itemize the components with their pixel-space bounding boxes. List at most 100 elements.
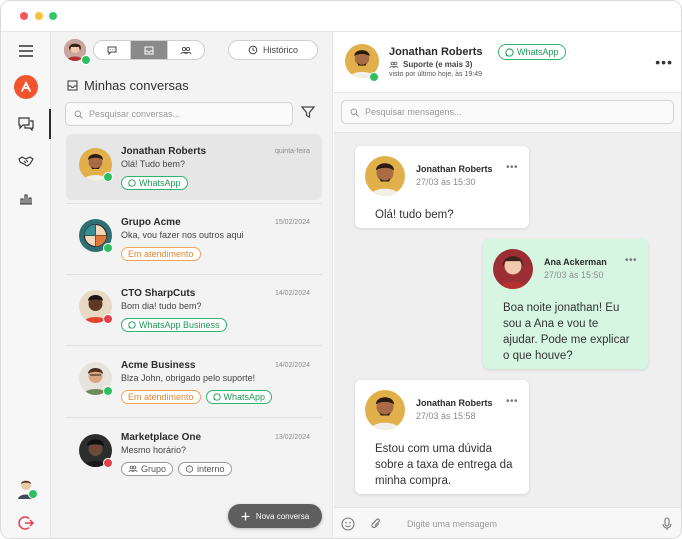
inbox-icon[interactable] — [131, 41, 168, 59]
message-composer: Digite uma mensagem — [334, 507, 681, 538]
message-search-input[interactable]: Pesquisar mensagens... — [341, 100, 674, 124]
conversation-preview: Mesmo horário? — [121, 445, 187, 455]
conversation-name: CTO SharpCuts — [121, 288, 196, 299]
divider — [66, 203, 322, 204]
history-button[interactable]: Histórico — [228, 40, 318, 60]
list-title-text: Minhas conversas — [84, 78, 189, 93]
navigation-rail — [1, 32, 51, 538]
message-line: Estou com uma dúvida — [375, 443, 492, 455]
team-assignment[interactable]: Suporte (e mais 3) — [389, 60, 472, 69]
new-conversation-label: Nova conversa — [255, 511, 310, 521]
bar-chart-icon[interactable] — [1, 184, 51, 214]
search-icon — [74, 110, 83, 119]
new-conversation-button[interactable]: Nova conversa — [228, 504, 322, 528]
message-line: sobre a taxa de entrega da — [375, 459, 513, 471]
list-title: Minhas conversas — [67, 78, 189, 93]
handshake-icon[interactable] — [1, 146, 51, 176]
channel-label: WhatsApp — [517, 47, 559, 57]
team-label: Suporte (e mais 3) — [403, 60, 473, 69]
message-author: Ana Ackerman — [544, 257, 607, 267]
avatar — [365, 390, 405, 430]
close-window-button[interactable] — [20, 12, 28, 20]
divider — [66, 274, 322, 275]
message-line: minha compra. — [375, 475, 452, 487]
conversation-item[interactable]: Grupo Acme 15/02/2024 Oka, vou fazer nos… — [66, 205, 322, 271]
minimize-window-button[interactable] — [35, 12, 43, 20]
conversation-name: Jonathan Roberts — [121, 146, 207, 157]
user-status-online — [28, 489, 38, 499]
tag-label: WhatsApp — [139, 178, 181, 188]
message-line: Boa noite jonathan! Eu — [503, 302, 620, 314]
logout-icon[interactable] — [1, 508, 51, 538]
title-bar — [1, 1, 681, 32]
message-time: 27/03 às 15:30 — [416, 177, 476, 187]
conversation-date: 15/02/2024 — [274, 219, 310, 226]
internal-chat-icon — [185, 465, 194, 473]
message-options-icon[interactable]: ••• — [506, 162, 518, 173]
more-options-icon[interactable]: ••• — [655, 54, 673, 70]
conversation-date: 14/02/2024 — [274, 290, 310, 297]
conversation-date: quinta-feira — [274, 148, 310, 155]
microphone-icon[interactable] — [662, 517, 672, 536]
group-tag: Grupo — [121, 462, 174, 476]
maximize-window-button[interactable] — [49, 12, 57, 20]
status-busy — [103, 458, 113, 468]
filter-icon[interactable] — [300, 105, 316, 124]
conversation-list-panel: Histórico Minhas conversas Pesquisar con… — [51, 32, 333, 538]
view-toggle — [93, 40, 205, 60]
message-author: Jonathan Roberts — [416, 398, 493, 408]
emoji-icon[interactable] — [341, 517, 355, 536]
whatsapp-tag: WhatsApp — [121, 176, 188, 190]
message-options-icon[interactable]: ••• — [625, 255, 637, 266]
conversation-preview: Oka, vou fazer nos outros aqui — [121, 230, 244, 240]
whatsapp-business-tag: WhatsApp Business — [121, 318, 227, 332]
whatsapp-icon — [212, 393, 221, 401]
whatsapp-icon — [128, 321, 136, 329]
avatar — [365, 156, 405, 196]
conversation-search-input[interactable]: Pesquisar conversas... — [65, 102, 293, 126]
conversation-preview: Bom dia! tudo bem? — [121, 301, 202, 311]
team-icon[interactable] — [168, 41, 204, 59]
chat-icon[interactable] — [1, 109, 51, 139]
user-avatar[interactable] — [1, 473, 51, 503]
message-bubble-outgoing: Ana Ackerman 27/03 às 15:50 ••• Boa noit… — [483, 239, 648, 369]
conversation-name: Grupo Acme — [121, 217, 181, 228]
conversation-date: 13/02/2024 — [274, 434, 310, 441]
conversation-item[interactable]: Acme Business 14/02/2024 Blza John, obri… — [66, 348, 322, 414]
whatsapp-icon — [128, 179, 136, 187]
conversation-name: Acme Business — [121, 360, 196, 371]
contact-name: Jonathan Roberts — [389, 46, 483, 58]
app-window: Histórico Minhas conversas Pesquisar con… — [0, 0, 682, 539]
tag-label: Em atendimento — [128, 249, 194, 259]
history-label: Histórico — [262, 45, 298, 55]
chat-bubble-icon[interactable] — [94, 41, 131, 59]
group-icon — [128, 465, 138, 473]
message-input[interactable]: Digite uma mensagem — [407, 519, 497, 529]
message-time: 27/03 às 15:50 — [544, 270, 604, 280]
chat-header: Jonathan Roberts WhatsApp Suporte (e mai… — [334, 32, 681, 93]
attach-icon[interactable] — [370, 517, 382, 536]
agent-status-online — [81, 55, 91, 65]
message-time: 27/03 às 15:58 — [416, 411, 476, 421]
conversation-item[interactable]: CTO SharpCuts 14/02/2024 Bom dia! tudo b… — [66, 276, 322, 342]
attendance-tag: Em atendimento — [121, 390, 201, 404]
last-seen: visto por último hoje, às 19:49 — [389, 71, 482, 78]
status-online — [103, 386, 113, 396]
status-online — [103, 243, 113, 253]
conversation-item[interactable]: Jonathan Roberts quinta-feira Olá! Tudo … — [66, 134, 322, 200]
channel-badge: WhatsApp — [498, 44, 566, 60]
conversation-preview: Olá! Tudo bem? — [121, 159, 186, 169]
conversation-preview: Blza John, obrigado pelo suporte! — [121, 373, 256, 383]
message-bubble-incoming: Jonathan Roberts 27/03 às 15:30 ••• Olá!… — [355, 146, 529, 228]
message-line: o que houve? — [503, 350, 573, 362]
conversation-item[interactable]: Marketplace One 13/02/2024 Mesmo horário… — [66, 420, 322, 486]
tag-label: WhatsApp — [223, 392, 266, 402]
message-line: sou a Ana e vou te — [503, 318, 599, 330]
app-logo[interactable] — [1, 72, 51, 102]
team-icon — [389, 61, 399, 68]
message-options-icon[interactable]: ••• — [506, 396, 518, 407]
whatsapp-tag: WhatsApp — [205, 390, 273, 404]
menu-icon[interactable] — [1, 36, 51, 66]
internal-tag: interno — [178, 462, 232, 476]
conversation-name: Marketplace One — [121, 432, 202, 443]
